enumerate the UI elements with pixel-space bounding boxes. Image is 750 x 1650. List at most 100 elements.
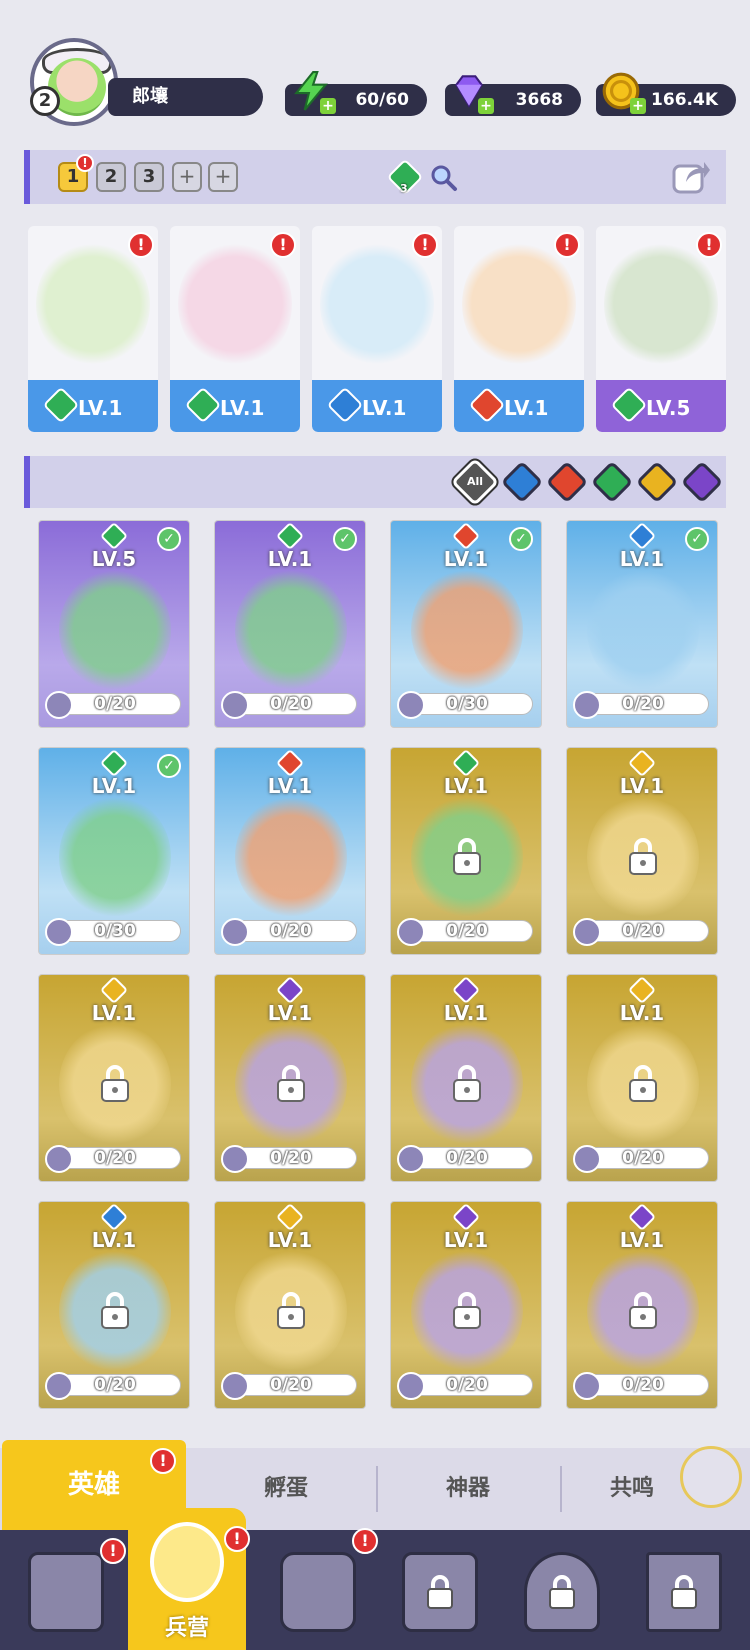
gems-plus-icon[interactable]: + [478, 98, 494, 114]
hero-card[interactable]: LV.1 0/20 [214, 747, 366, 955]
nav-cards-alert: ! [100, 1538, 126, 1564]
shard-icon [45, 691, 73, 719]
hero-card[interactable]: LV.1 0/20 [214, 1201, 366, 1409]
hero-card[interactable]: LV.1 ✓ 0/30 [390, 520, 542, 728]
team-card-level: LV.5 [646, 396, 691, 420]
nav-locked-chest[interactable] [384, 1538, 494, 1642]
element-icon [627, 521, 657, 551]
team-hero-card[interactable]: LV.1! [28, 226, 158, 432]
filter-light-button[interactable] [635, 460, 679, 504]
filter-dark-button[interactable] [680, 460, 724, 504]
shard-icon [221, 1145, 249, 1173]
energy-plus-icon[interactable]: + [320, 98, 336, 114]
team-card-alert: ! [554, 232, 580, 258]
hero-level: LV.1 [91, 1228, 137, 1252]
filter-all-label: All [466, 475, 484, 488]
lock-icon [453, 1065, 481, 1102]
tab-resonance[interactable]: 共鸣 [562, 1448, 702, 1530]
shard-icon [573, 691, 601, 719]
nav-locked-banner[interactable] [628, 1538, 738, 1642]
lock-icon [101, 1292, 129, 1329]
hero-card[interactable]: LV.1 ✓ 0/20 [566, 520, 718, 728]
shard-icon [221, 918, 249, 946]
tab-artifacts[interactable]: 神器 [378, 1448, 558, 1530]
hero-card[interactable]: LV.1 ✓ 0/30 [38, 747, 190, 955]
nav-barracks-label: 兵营 [164, 1616, 209, 1641]
barracks-icon [150, 1522, 224, 1602]
hero-portrait [36, 240, 150, 368]
lock-icon [277, 1292, 305, 1329]
nav-barracks-alert: ! [224, 1526, 250, 1552]
hero-card[interactable]: LV.1 0/20 [566, 974, 718, 1182]
filter-nature-button[interactable] [590, 460, 634, 504]
hero-portrait [320, 240, 434, 368]
hero-card[interactable]: LV.1 0/20 [390, 974, 542, 1182]
hero-card[interactable]: LV.1 0/20 [38, 974, 190, 1182]
shard-icon [573, 1372, 601, 1400]
gold-plus-icon[interactable]: + [630, 98, 646, 114]
hero-card[interactable]: LV.1 0/20 [214, 974, 366, 1182]
hero-portrait [235, 796, 347, 918]
team-hero-card[interactable]: LV.1! [170, 226, 300, 432]
hero-card[interactable]: LV.5 ✓ 0/20 [38, 520, 190, 728]
shard-icon [397, 691, 425, 719]
lock-icon [549, 1575, 575, 1609]
hero-level: LV.1 [443, 1228, 489, 1252]
nav-locked-mushroom[interactable] [506, 1538, 616, 1642]
hero-level: LV.1 [619, 1228, 665, 1252]
hero-card[interactable]: LV.1 ✓ 0/20 [214, 520, 366, 728]
hero-portrait [411, 569, 523, 691]
element-icon [99, 748, 129, 778]
hero-card[interactable]: LV.1 0/20 [566, 1201, 718, 1409]
shard-icon [397, 1145, 425, 1173]
element-icon [99, 975, 129, 1005]
hero-card[interactable]: LV.1 0/20 [390, 747, 542, 955]
nav-cards[interactable]: ! [10, 1538, 126, 1642]
player-name[interactable]: 郎壤 [108, 78, 263, 116]
element-icon [99, 1202, 129, 1232]
team-card-level: LV.1 [220, 396, 265, 420]
team-hero-card[interactable]: LV.5! [596, 226, 726, 432]
lock-icon [671, 1575, 697, 1609]
hero-portrait [604, 240, 718, 368]
hero-portrait [462, 240, 576, 368]
hero-level: LV.1 [619, 1001, 665, 1025]
nav-map[interactable]: ! [262, 1528, 378, 1642]
element-icon [451, 1202, 481, 1232]
filter-fire-button[interactable] [545, 460, 589, 504]
element-icon [627, 1202, 657, 1232]
element-icon [627, 975, 657, 1005]
filter-water-button[interactable] [500, 460, 544, 504]
hero-level: LV.1 [443, 1001, 489, 1025]
check-icon: ✓ [157, 527, 181, 551]
team-add-button-1[interactable]: + [172, 162, 202, 192]
element-icon [275, 748, 305, 778]
cards-icon [28, 1552, 104, 1632]
element-icon [275, 1202, 305, 1232]
team-element-badge-count: 3 [400, 182, 408, 195]
team-add-button-2[interactable]: + [208, 162, 238, 192]
gems-value: 3668 [515, 90, 563, 110]
hero-card[interactable]: LV.1 0/20 [38, 1201, 190, 1409]
nav-map-alert: ! [352, 1528, 378, 1554]
hero-level: LV.1 [267, 1228, 313, 1252]
hero-level: LV.1 [267, 1001, 313, 1025]
share-icon[interactable] [670, 156, 712, 198]
element-icon [275, 521, 305, 551]
team-slot-3[interactable]: 3 [134, 162, 164, 192]
filter-all-button[interactable]: All [448, 455, 502, 509]
team-card-alert: ! [128, 232, 154, 258]
team-card-alert: ! [270, 232, 296, 258]
team-slot-2[interactable]: 2 [96, 162, 126, 192]
team-hero-card[interactable]: LV.1! [454, 226, 584, 432]
hero-card[interactable]: LV.1 0/20 [566, 747, 718, 955]
nav-barracks[interactable]: 兵营 ! [128, 1508, 250, 1650]
hero-level: LV.1 [443, 774, 489, 798]
sparkle-ring-icon[interactable] [680, 1446, 742, 1508]
magnifier-icon[interactable] [428, 162, 458, 192]
team-card-alert: ! [412, 232, 438, 258]
shard-icon [45, 918, 73, 946]
team-hero-card[interactable]: LV.1! [312, 226, 442, 432]
hero-card[interactable]: LV.1 0/20 [390, 1201, 542, 1409]
shard-icon [221, 1372, 249, 1400]
